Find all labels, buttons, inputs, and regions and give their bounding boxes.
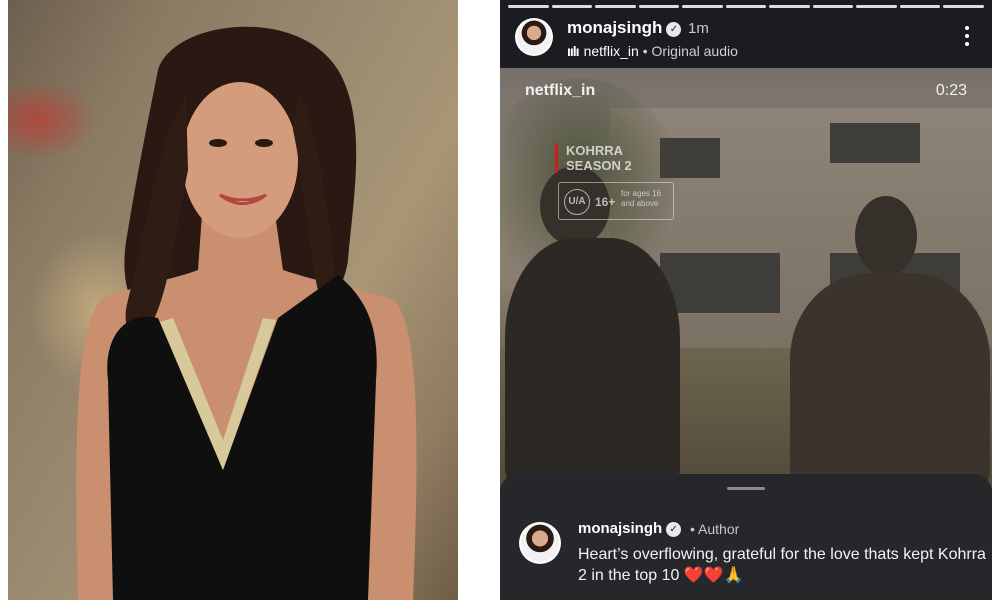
story-username-text[interactable]: monajsingh — [567, 18, 662, 37]
audio-bars-icon: ıılı — [567, 43, 580, 59]
building-window — [660, 253, 780, 313]
eye — [255, 139, 273, 147]
rating-note: for ages 16 and above — [621, 189, 662, 208]
video-overlay-username: netflix_in — [525, 82, 596, 99]
audio-label: Original audio — [651, 43, 738, 59]
role-label: Author — [698, 521, 740, 537]
comment-text: Heart’s overflowing, grateful for the lo… — [578, 546, 986, 584]
story-author-avatar[interactable] — [515, 18, 553, 56]
portrait-figure — [76, 26, 417, 600]
character-right — [790, 273, 990, 488]
character-head — [855, 196, 917, 276]
story-video[interactable]: netflix_in 0:23 KOHRRA SEASON 2 U/A 16+ … — [500, 68, 992, 488]
age-rating-box: U/A 16+ for ages 16 and above — [558, 182, 674, 220]
portrait-photo — [8, 0, 458, 600]
character-left — [505, 238, 680, 488]
comment-author-avatar[interactable] — [519, 522, 561, 564]
verified-badge-icon: ✓ — [666, 22, 682, 37]
sheet-drag-handle[interactable] — [727, 487, 765, 490]
more-options-icon[interactable] — [964, 26, 970, 46]
story-progress-bar — [508, 5, 985, 8]
audio-attribution[interactable]: ıılı netflix_in • Original audio — [567, 43, 738, 59]
video-timestamp: 0:23 — [935, 82, 967, 99]
verified-badge-icon: ✓ — [666, 522, 682, 537]
audio-source[interactable]: netflix_in — [584, 43, 639, 59]
show-title-line2: SEASON 2 — [566, 158, 632, 173]
rating-age: 16+ — [595, 195, 616, 209]
story-time: 1m — [688, 20, 709, 37]
comment-username-text[interactable]: monajsingh — [578, 520, 662, 537]
face — [182, 82, 298, 238]
comment-role: • Author — [690, 521, 739, 537]
show-title: KOHRRA SEASON 2 — [555, 143, 632, 173]
comments-sheet: monajsingh ✓ • Author Heart’s overflowing… — [500, 474, 992, 600]
eye — [209, 139, 227, 147]
story-header: monajsingh ✓ 1m ıılı netflix_in • Original… — [500, 0, 992, 68]
building-window — [830, 123, 920, 163]
comment-username[interactable]: monajsingh ✓ — [578, 520, 682, 537]
rating-badge: U/A — [564, 189, 590, 215]
role-separator: • — [690, 521, 695, 537]
story-username[interactable]: monajsingh ✓ — [567, 18, 682, 38]
audio-separator: • — [642, 43, 648, 59]
show-title-line1: KOHRRA — [566, 143, 624, 158]
story-viewer: monajsingh ✓ 1m ıılı netflix_in • Original… — [500, 0, 992, 600]
